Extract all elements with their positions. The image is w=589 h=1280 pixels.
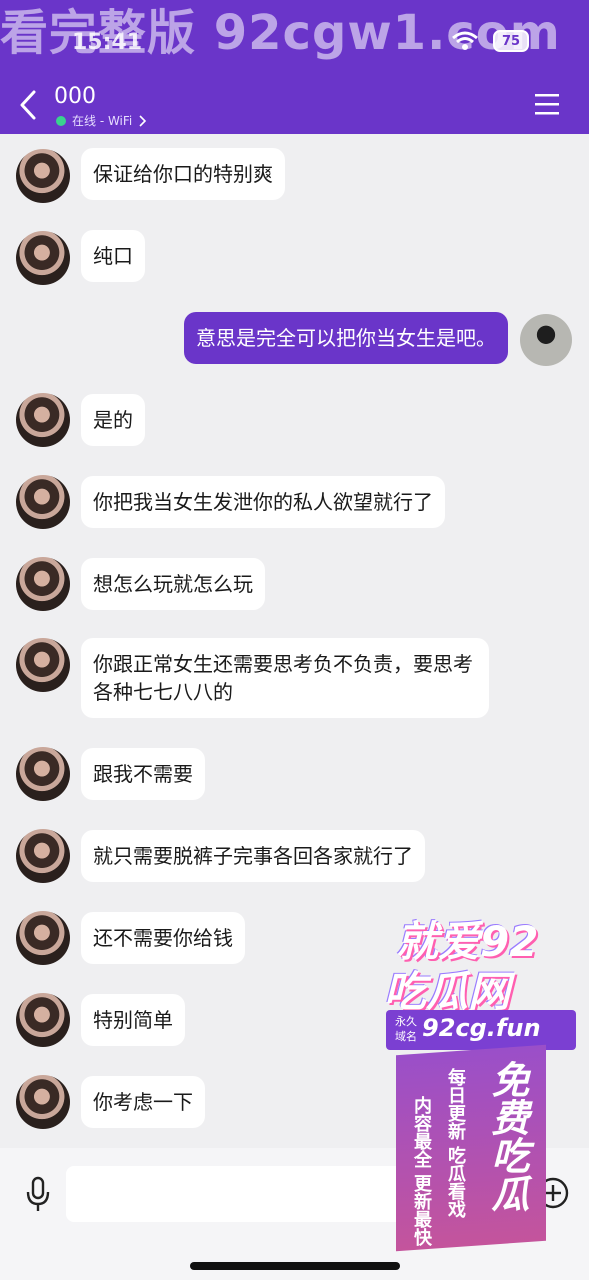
mic-icon[interactable] xyxy=(24,1176,52,1214)
contact-avatar[interactable] xyxy=(16,1075,70,1129)
message-bubble[interactable]: 还不需要你给钱 xyxy=(81,912,245,964)
ad-overlay[interactable]: 就爱92 吃瓜网 永久域名 92cg.fun 免费吃瓜 每日更新 吃瓜看戏 内容… xyxy=(360,900,589,1260)
self-avatar[interactable] xyxy=(520,314,572,366)
message-bubble[interactable]: 你跟正常女生还需要思考负不负责，要思考各种七七八八的 xyxy=(81,638,489,718)
ad-domain: 92cg.fun xyxy=(422,1014,541,1042)
message-bubble[interactable]: 特别简单 xyxy=(81,994,185,1046)
wifi-icon xyxy=(452,31,478,50)
chat-header: 看完整版 92cgw1.com 15:41 75 000 在线 - WiFi xyxy=(0,0,589,134)
chat-title: 000 xyxy=(54,84,96,109)
contact-avatar[interactable] xyxy=(16,149,70,203)
chat-status-text: 在线 - WiFi xyxy=(72,114,133,128)
contact-avatar[interactable] xyxy=(16,747,70,801)
contact-avatar[interactable] xyxy=(16,393,70,447)
contact-avatar[interactable] xyxy=(16,993,70,1047)
message-bubble[interactable]: 是的 xyxy=(81,394,145,446)
status-time: 15:41 xyxy=(72,30,143,55)
contact-avatar[interactable] xyxy=(16,829,70,883)
ad-vertical-sub1: 每日更新 吃瓜看戏 xyxy=(445,1068,466,1219)
home-indicator xyxy=(190,1262,400,1270)
status-indicators: 75 xyxy=(451,30,529,52)
battery-icon: 75 xyxy=(493,30,529,52)
menu-icon[interactable] xyxy=(533,92,561,116)
back-icon[interactable] xyxy=(14,84,44,126)
ad-domain-box: 永久域名 92cg.fun xyxy=(386,1010,576,1050)
chat-status[interactable]: 在线 - WiFi xyxy=(56,112,148,129)
message-bubble[interactable]: 你考虑一下 xyxy=(81,1076,205,1128)
online-indicator xyxy=(56,115,66,126)
message-bubble[interactable]: 保证给你口的特别爽 xyxy=(81,148,285,200)
ad-vertical-sub2: 内容最全 更新最快 xyxy=(411,1096,432,1247)
contact-avatar[interactable] xyxy=(16,638,70,692)
ad-vertical-main: 免费吃瓜 xyxy=(485,1060,529,1212)
chevron-right-icon xyxy=(139,114,147,127)
contact-avatar[interactable] xyxy=(16,475,70,529)
message-bubble[interactable]: 就只需要脱裤子完事各回各家就行了 xyxy=(81,830,425,882)
ad-domain-tag: 永久域名 xyxy=(395,1015,417,1043)
contact-avatar[interactable] xyxy=(16,231,70,285)
message-bubble-self[interactable]: 意思是完全可以把你当女生是吧。 xyxy=(184,312,508,364)
message-bubble[interactable]: 跟我不需要 xyxy=(81,748,205,800)
message-bubble[interactable]: 想怎么玩就怎么玩 xyxy=(81,558,265,610)
message-bubble[interactable]: 你把我当女生发泄你的私人欲望就行了 xyxy=(81,476,445,528)
contact-avatar[interactable] xyxy=(16,911,70,965)
message-bubble[interactable]: 纯口 xyxy=(81,230,145,282)
contact-avatar[interactable] xyxy=(16,557,70,611)
